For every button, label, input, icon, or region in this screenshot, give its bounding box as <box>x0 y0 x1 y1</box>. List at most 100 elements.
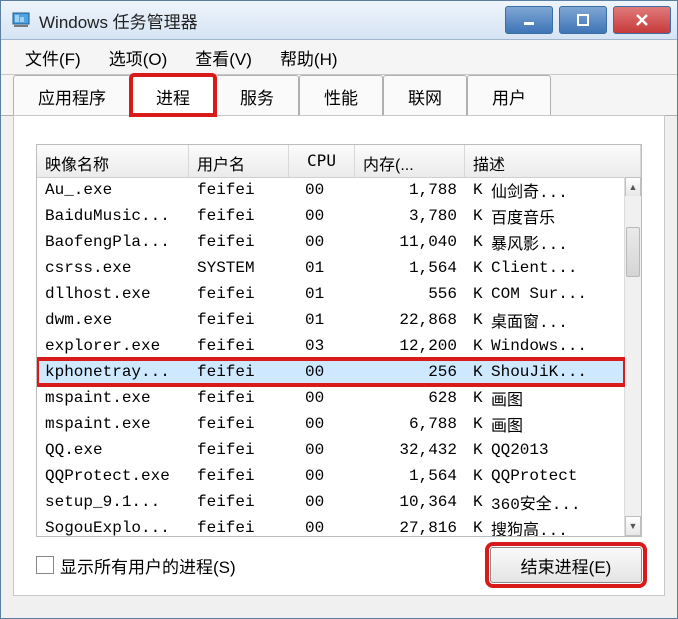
close-button[interactable] <box>613 6 671 34</box>
cell-cpu: 00 <box>289 467 355 485</box>
show-all-users-checkbox[interactable] <box>36 556 54 574</box>
menu-file[interactable]: 文件(F) <box>11 45 95 70</box>
minimize-button[interactable] <box>505 6 553 34</box>
cell-mem-unit: K <box>465 233 483 251</box>
table-row[interactable]: dllhost.exefeifei01556KCOM Sur... <box>37 281 625 307</box>
cell-mem-unit: K <box>465 519 483 536</box>
cell-desc: 360安全... <box>483 490 625 514</box>
cell-cpu: 03 <box>289 337 355 355</box>
table-row[interactable]: csrss.exeSYSTEM011,564KClient... <box>37 255 625 281</box>
table-row[interactable]: Au_.exefeifei001,788K仙剑奇... <box>37 177 625 203</box>
tab-networking[interactable]: 联网 <box>383 75 467 115</box>
cell-mem-unit: K <box>465 467 483 485</box>
table-header: 映像名称 用户名 CPU 内存(... 描述 <box>37 145 641 178</box>
cell-cpu: 00 <box>289 389 355 407</box>
table-row[interactable]: SogouExplo...feifei0027,816K搜狗高... <box>37 515 625 536</box>
tab-content: 映像名称 用户名 CPU 内存(... 描述 Au_.exefeifei001,… <box>13 115 665 596</box>
scroll-thumb[interactable] <box>626 227 640 277</box>
table-row[interactable]: mspaint.exefeifei006,788K画图 <box>37 411 625 437</box>
cell-mem-unit: K <box>465 363 483 381</box>
cell-desc: 仙剑奇... <box>483 178 625 202</box>
menu-options[interactable]: 选项(O) <box>95 45 182 70</box>
cell-mem: 3,780 <box>355 207 465 225</box>
cell-image: QQProtect.exe <box>37 467 189 485</box>
table-row[interactable]: BaiduMusic...feifei003,780K百度音乐 <box>37 203 625 229</box>
cell-user: feifei <box>189 467 289 485</box>
col-user[interactable]: 用户名 <box>189 145 289 177</box>
cell-mem-unit: K <box>465 415 483 433</box>
table-body: Au_.exefeifei001,788K仙剑奇...BaiduMusic...… <box>37 177 625 536</box>
cell-mem: 12,200 <box>355 337 465 355</box>
menu-help[interactable]: 帮助(H) <box>266 45 352 70</box>
app-icon <box>11 10 31 30</box>
cell-cpu: 00 <box>289 441 355 459</box>
cell-image: mspaint.exe <box>37 389 189 407</box>
vertical-scrollbar[interactable]: ▲ ▼ <box>624 177 641 536</box>
cell-user: feifei <box>189 207 289 225</box>
tabbar: 应用程序 进程 服务 性能 联网 用户 <box>1 75 677 116</box>
table-row[interactable]: mspaint.exefeifei00628K画图 <box>37 385 625 411</box>
tab-users[interactable]: 用户 <box>467 75 551 115</box>
table-row[interactable]: kphonetray...feifei00256KShouJiK... <box>37 359 625 385</box>
cell-mem-unit: K <box>465 389 483 407</box>
cell-image: mspaint.exe <box>37 415 189 433</box>
cell-desc: 暴风影... <box>483 230 625 254</box>
cell-mem: 256 <box>355 363 465 381</box>
cell-cpu: 00 <box>289 233 355 251</box>
tab-processes[interactable]: 进程 <box>131 75 215 115</box>
cell-cpu: 01 <box>289 311 355 329</box>
col-image-name[interactable]: 映像名称 <box>37 145 189 177</box>
tab-performance[interactable]: 性能 <box>299 75 383 115</box>
cell-user: feifei <box>189 493 289 511</box>
cell-image: csrss.exe <box>37 259 189 277</box>
cell-user: feifei <box>189 441 289 459</box>
cell-cpu: 00 <box>289 519 355 536</box>
table-row[interactable]: explorer.exefeifei0312,200KWindows... <box>37 333 625 359</box>
cell-desc: Client... <box>483 259 625 277</box>
tab-services[interactable]: 服务 <box>215 75 299 115</box>
cell-user: feifei <box>189 285 289 303</box>
titlebar[interactable]: Windows 任务管理器 <box>1 1 677 40</box>
footer-bar: 显示所有用户的进程(S) 结束进程(E) <box>36 545 642 585</box>
cell-desc: 百度音乐 <box>483 204 625 228</box>
cell-mem-unit: K <box>465 285 483 303</box>
show-all-users-label[interactable]: 显示所有用户的进程(S) <box>60 553 236 578</box>
cell-cpu: 00 <box>289 493 355 511</box>
table-row[interactable]: setup_9.1...feifei0010,364K360安全... <box>37 489 625 515</box>
table-row[interactable]: BaofengPla...feifei0011,040K暴风影... <box>37 229 625 255</box>
col-description[interactable]: 描述 <box>465 145 641 177</box>
cell-desc: QQ2013 <box>483 441 625 459</box>
window-buttons <box>505 6 671 34</box>
cell-cpu: 00 <box>289 363 355 381</box>
table-row[interactable]: QQ.exefeifei0032,432KQQ2013 <box>37 437 625 463</box>
cell-desc: COM Sur... <box>483 285 625 303</box>
col-memory[interactable]: 内存(... <box>355 145 465 177</box>
cell-user: feifei <box>189 519 289 536</box>
cell-cpu: 00 <box>289 415 355 433</box>
cell-desc: 画图 <box>483 386 625 410</box>
cell-mem: 27,816 <box>355 519 465 536</box>
tab-applications[interactable]: 应用程序 <box>13 75 131 115</box>
cell-cpu: 01 <box>289 259 355 277</box>
cell-user: feifei <box>189 311 289 329</box>
cell-mem-unit: K <box>465 493 483 511</box>
cell-mem: 22,868 <box>355 311 465 329</box>
cell-user: feifei <box>189 363 289 381</box>
cell-mem: 628 <box>355 389 465 407</box>
cell-desc: 搜狗高... <box>483 516 625 536</box>
cell-mem-unit: K <box>465 181 483 199</box>
table-row[interactable]: QQProtect.exefeifei001,564KQQProtect <box>37 463 625 489</box>
scroll-up-button[interactable]: ▲ <box>625 177 641 196</box>
cell-mem: 1,788 <box>355 181 465 199</box>
cell-cpu: 00 <box>289 207 355 225</box>
cell-mem-unit: K <box>465 207 483 225</box>
scroll-down-button[interactable]: ▼ <box>625 516 641 536</box>
cell-image: QQ.exe <box>37 441 189 459</box>
menu-view[interactable]: 查看(V) <box>181 45 266 70</box>
maximize-button[interactable] <box>559 6 607 34</box>
end-process-button[interactable]: 结束进程(E) <box>490 547 642 583</box>
cell-mem: 1,564 <box>355 467 465 485</box>
table-row[interactable]: dwm.exefeifei0122,868K桌面窗... <box>37 307 625 333</box>
col-cpu[interactable]: CPU <box>289 145 355 177</box>
cell-user: feifei <box>189 415 289 433</box>
